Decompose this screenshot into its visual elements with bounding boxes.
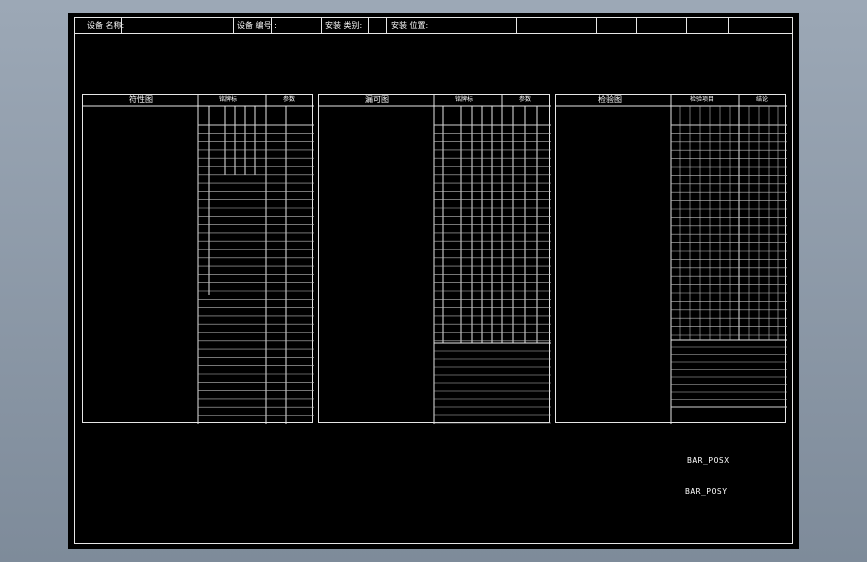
right-panel-group2: 结论: [756, 96, 769, 103]
title-block-row: 设备 名称: 设备 编号 : 安装 类别: 安装 位置:: [75, 18, 792, 34]
right-panel-group1: 检验项目: [690, 96, 715, 103]
bar-posx-label: BAR_POSX: [687, 456, 730, 465]
bar-posy-label: BAR_POSY: [685, 487, 728, 496]
install-location-label: 安装 位置:: [391, 21, 429, 30]
install-category-label: 安装 类别:: [325, 21, 363, 30]
left-panel: 符性图 铭牌标 参数: [82, 94, 314, 424]
left-panel-title: 符性图: [129, 95, 153, 104]
equipment-number-label: 设备 编号 :: [237, 21, 277, 30]
middle-panel-title: 漏可图: [365, 95, 389, 104]
right-rows: [671, 106, 787, 408]
middle-panel-grid: [319, 95, 551, 424]
left-rows: [198, 124, 314, 416]
left-panel-group1: 铭牌标: [219, 96, 238, 103]
left-panel-group2: 参数: [283, 96, 296, 103]
middle-panel-group1: 铭牌标: [455, 96, 474, 103]
right-panel-grid: [556, 95, 787, 424]
middle-panel-group2: 参数: [519, 96, 532, 103]
equipment-name-label: 设备 名称:: [87, 21, 125, 30]
right-panel: 检验图 检验项目 结论: [555, 94, 787, 424]
middle-panel: 漏可图 铭牌标 参数: [318, 94, 551, 424]
left-panel-grid: [83, 95, 314, 424]
right-panel-title: 检验图: [598, 95, 622, 104]
